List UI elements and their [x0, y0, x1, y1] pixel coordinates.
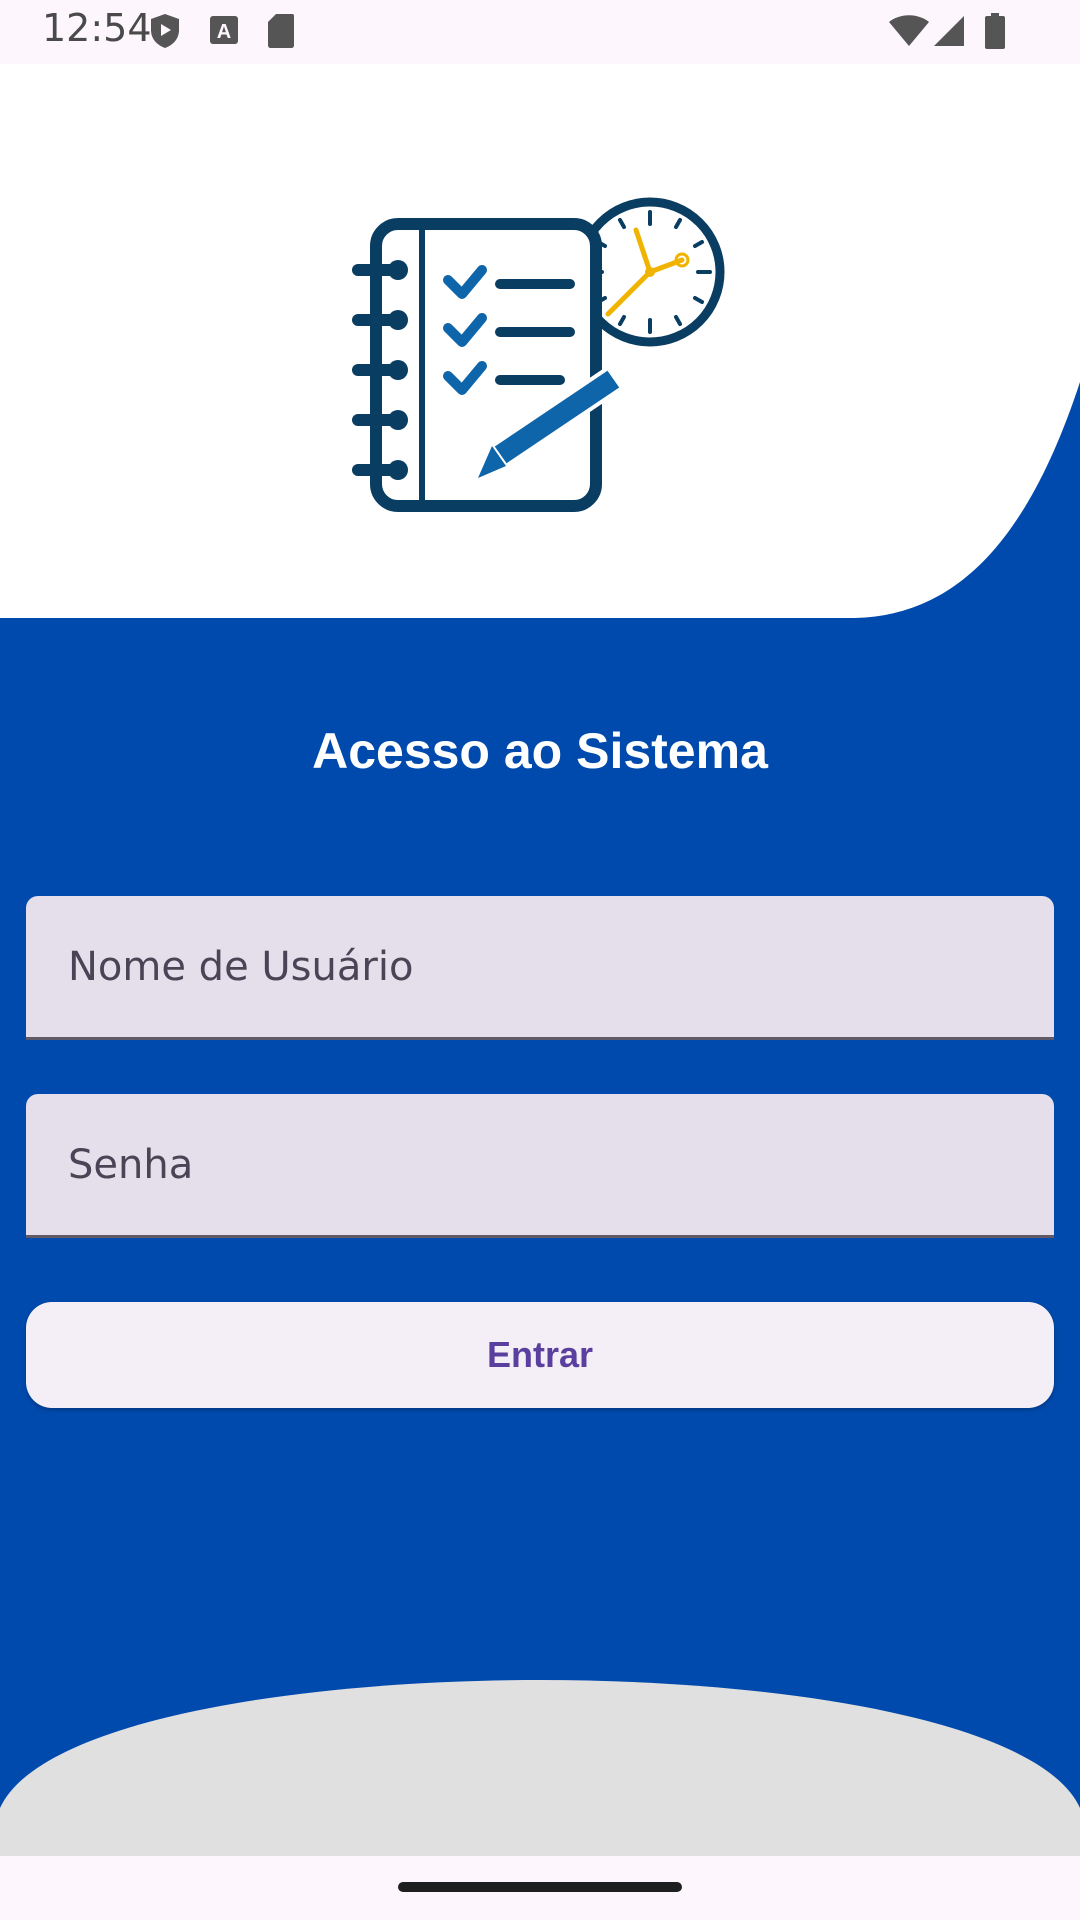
shield-play-icon: [148, 12, 182, 55]
username-input[interactable]: [26, 896, 1054, 1037]
status-bar: 12:54 A: [0, 0, 1080, 64]
status-time: 12:54: [42, 6, 152, 50]
svg-text:A: A: [217, 21, 231, 43]
password-input[interactable]: [26, 1094, 1054, 1235]
header-hero: [0, 64, 1080, 618]
checklist-clock-logo: [350, 182, 730, 527]
bottom-decorative-arc: [0, 1680, 1080, 1856]
keyboard-a-icon: A: [208, 12, 240, 53]
battery-icon: [984, 12, 1006, 55]
page-title: Acesso ao Sistema: [312, 723, 768, 779]
navigation-bar: [0, 1856, 1080, 1920]
sd-card-icon: [266, 12, 296, 55]
enter-button[interactable]: Entrar: [26, 1302, 1054, 1408]
wifi-icon: [888, 12, 930, 53]
home-gesture-handle[interactable]: [398, 1882, 682, 1892]
cell-signal-icon: [932, 12, 966, 53]
notebook-icon: [352, 218, 602, 512]
username-field-container: [26, 896, 1054, 1040]
password-field-container: [26, 1094, 1054, 1238]
